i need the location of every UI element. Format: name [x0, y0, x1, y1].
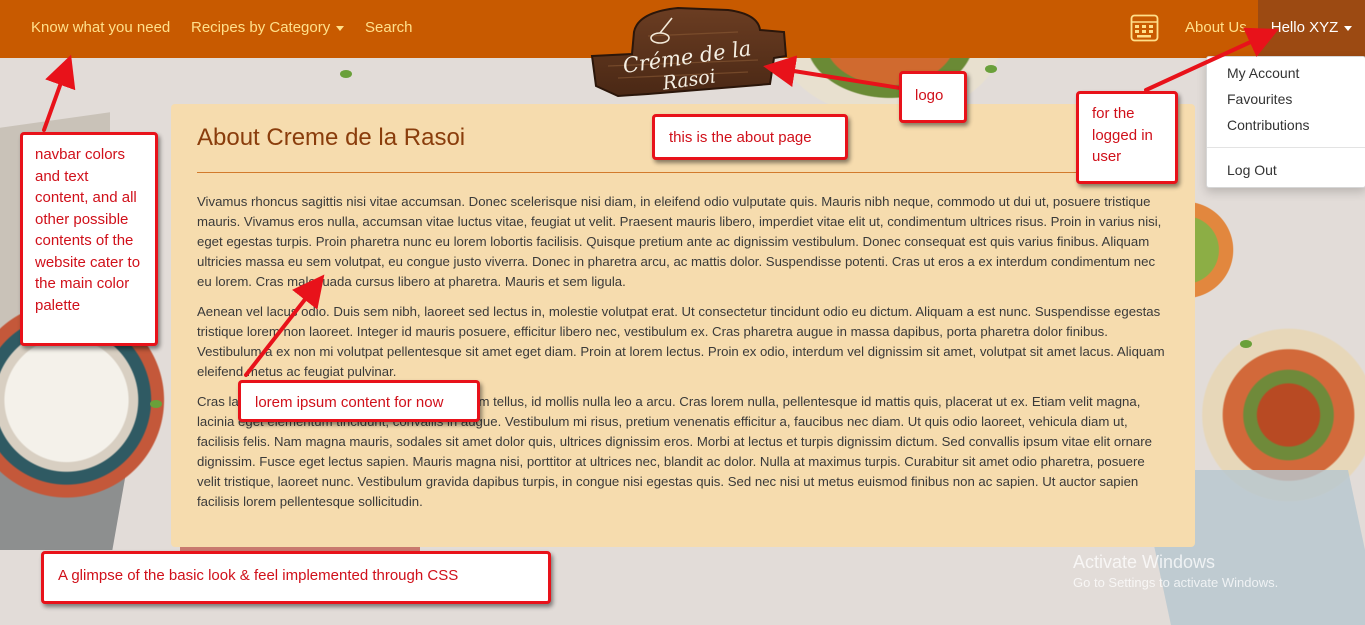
menu-item-contributions[interactable]: Contributions: [1227, 117, 1310, 133]
nav-about-us[interactable]: About Us: [1185, 0, 1247, 58]
menu-divider: [1207, 147, 1365, 148]
about-panel: About Creme de la Rasoi Vivamus rhoncus …: [171, 104, 1195, 547]
menu-item-my-account[interactable]: My Account: [1227, 65, 1299, 81]
caret-down-icon: [336, 25, 345, 31]
keyboard-icon[interactable]: [1130, 14, 1159, 42]
title-divider: [197, 172, 1169, 173]
about-paragraph-2: Aenean vel lacus odio. Duis sem nibh, la…: [197, 304, 1165, 379]
user-dropdown-menu: My Account Favourites Contributions Log …: [1206, 56, 1365, 188]
nav-search[interactable]: Search: [365, 0, 413, 58]
caret-down-icon: [1344, 25, 1353, 31]
site-logo[interactable]: Créme de la Rasoi: [588, 6, 788, 98]
nav-recipes-by-category[interactable]: Recipes by Category: [191, 0, 345, 58]
watermark-subtitle: Go to Settings to activate Windows.: [1073, 575, 1279, 590]
user-menu-toggle[interactable]: Hello XYZ: [1258, 0, 1365, 58]
annotation-css-look-and-feel: A glimpse of the basic look & feel imple…: [41, 551, 551, 604]
nav-recipes-label: Recipes by Category: [191, 19, 331, 36]
windows-activation-watermark: Activate Windows Go to Settings to activ…: [1073, 552, 1278, 590]
annotation-about-page: this is the about page: [652, 114, 848, 160]
menu-item-log-out[interactable]: Log Out: [1227, 162, 1277, 178]
annotation-lorem-ipsum: lorem ipsum content for now: [238, 380, 480, 422]
annotation-logged-in-user: for the logged in user: [1076, 91, 1178, 184]
page-title: About Creme de la Rasoi: [197, 124, 466, 151]
watermark-title: Activate Windows: [1073, 552, 1216, 572]
about-paragraph-1: Vivamus rhoncus sagittis nisi vitae accu…: [197, 194, 1162, 289]
menu-item-favourites[interactable]: Favourites: [1227, 91, 1292, 107]
user-menu-label: Hello XYZ: [1270, 19, 1339, 36]
annotation-logo: logo: [899, 71, 967, 123]
annotation-navbar-colors: navbar colors and text content, and all …: [20, 132, 158, 346]
nav-know-what-you-need[interactable]: Know what you need: [31, 0, 170, 58]
